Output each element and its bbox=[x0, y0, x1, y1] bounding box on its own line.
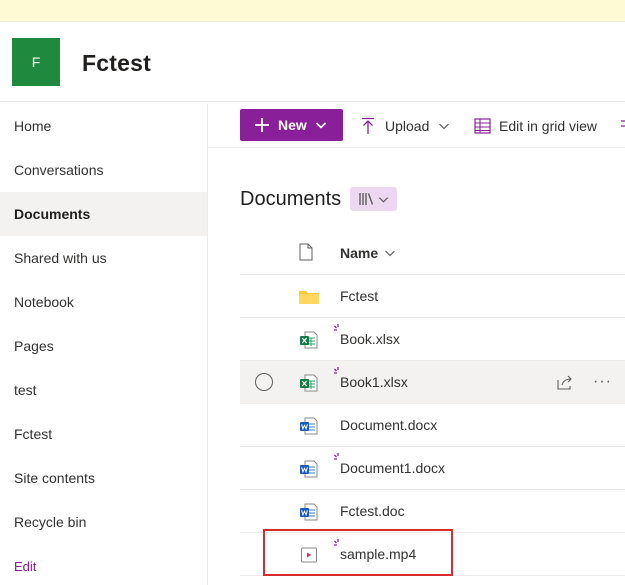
file-type-header-icon[interactable] bbox=[299, 243, 313, 261]
nav-item-recycle-bin[interactable]: Recycle bin bbox=[0, 500, 207, 544]
file-name[interactable]: Fctest.doc bbox=[340, 503, 405, 519]
nav-item-test[interactable]: test bbox=[0, 368, 207, 412]
excel-file-icon bbox=[300, 374, 318, 392]
nav-item-shared-with-us[interactable]: Shared with us bbox=[0, 236, 207, 280]
edit-grid-view-label: Edit in grid view bbox=[499, 118, 598, 134]
nav-item-site-contents[interactable]: Site contents bbox=[0, 456, 207, 500]
word-file-icon bbox=[300, 460, 318, 478]
folder-icon bbox=[299, 291, 319, 304]
highlight-annotation bbox=[263, 529, 453, 576]
notification-bar bbox=[0, 0, 625, 22]
view-options-button[interactable] bbox=[350, 187, 397, 211]
file-row[interactable]: Document.docx bbox=[240, 404, 625, 447]
left-navigation: Home Conversations Documents Shared with… bbox=[0, 104, 208, 585]
nav-item-pages[interactable]: Pages bbox=[0, 324, 207, 368]
chevron-down-icon bbox=[385, 250, 396, 257]
share-icon[interactable] bbox=[556, 373, 574, 391]
nav-item-conversations[interactable]: Conversations bbox=[0, 148, 207, 192]
upload-button[interactable]: Upload bbox=[360, 112, 450, 140]
overflow-command-icon[interactable] bbox=[619, 112, 625, 140]
file-name[interactable]: Document1.docx bbox=[340, 460, 445, 476]
file-row-hovered[interactable]: Book1.xlsx ··· bbox=[240, 361, 625, 404]
upload-label: Upload bbox=[385, 118, 430, 134]
word-file-icon bbox=[300, 417, 318, 435]
site-header: F Fctest bbox=[0, 22, 625, 102]
excel-file-icon bbox=[300, 331, 318, 349]
file-name[interactable]: Fctest bbox=[340, 288, 378, 304]
new-button-label: New bbox=[278, 117, 307, 133]
site-logo[interactable]: F bbox=[12, 38, 60, 86]
name-column-label: Name bbox=[340, 245, 379, 261]
list-header-row: Name bbox=[240, 232, 625, 275]
new-button[interactable]: New bbox=[240, 109, 343, 141]
upload-icon bbox=[362, 117, 374, 134]
file-row[interactable]: Fctest bbox=[240, 275, 625, 318]
file-name[interactable]: Book.xlsx bbox=[340, 331, 400, 347]
file-name[interactable]: Book1.xlsx bbox=[340, 374, 408, 390]
more-actions-icon[interactable]: ··· bbox=[593, 373, 612, 391]
file-name[interactable]: Document.docx bbox=[340, 417, 437, 433]
library-title: Documents bbox=[240, 188, 342, 210]
name-column-header[interactable]: Name bbox=[340, 245, 396, 261]
chevron-down-icon bbox=[378, 196, 389, 203]
nav-item-documents[interactable]: Documents bbox=[0, 192, 207, 236]
row-select-radio[interactable] bbox=[255, 373, 273, 391]
edit-grid-view-button[interactable]: Edit in grid view bbox=[474, 112, 597, 140]
nav-item-fctest[interactable]: Fctest bbox=[0, 412, 207, 456]
nav-item-notebook[interactable]: Notebook bbox=[0, 280, 207, 324]
chevron-down-icon bbox=[315, 122, 326, 129]
chevron-down-icon bbox=[439, 123, 450, 130]
library-icon bbox=[359, 193, 374, 205]
grid-icon bbox=[474, 118, 491, 134]
command-bar: New Upload Edit in grid view bbox=[209, 104, 625, 148]
file-row[interactable]: Document1.docx bbox=[240, 447, 625, 490]
word-file-icon bbox=[300, 503, 318, 521]
file-row[interactable]: Book.xlsx bbox=[240, 318, 625, 361]
plus-icon bbox=[255, 118, 269, 132]
nav-edit-link[interactable]: Edit bbox=[0, 544, 207, 585]
file-row[interactable]: Fctest.doc bbox=[240, 490, 625, 533]
nav-item-home[interactable]: Home bbox=[0, 104, 207, 148]
site-title[interactable]: Fctest bbox=[82, 50, 151, 77]
